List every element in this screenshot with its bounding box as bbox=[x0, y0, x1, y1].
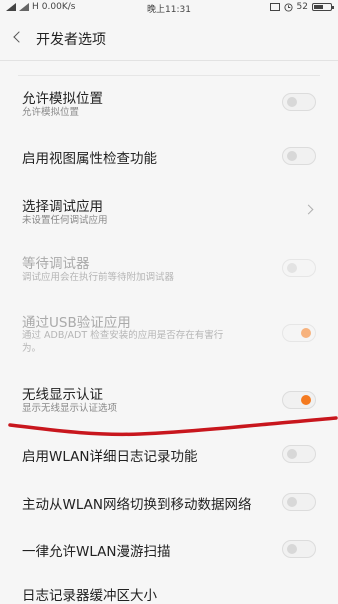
setting-summary-line-1: 通过 ADB/ADT 检查安装的应用是否存在有害行 bbox=[22, 330, 224, 341]
setting-summary: 显示无线显示认证选项 bbox=[22, 403, 118, 414]
alarm-icon bbox=[283, 2, 293, 12]
title-bar: 开发者选项 bbox=[0, 16, 338, 60]
setting-logger-buffer-size[interactable]: 日志记录器缓冲区大小 bbox=[0, 580, 338, 604]
status-bar: H 0.00K/s 晚上11:31 52 bbox=[0, 0, 338, 16]
setting-view-attribute-inspection[interactable]: 启用视图属性检查功能 bbox=[0, 138, 338, 176]
setting-label: 主动从WLAN网络切换到移动数据网络 bbox=[22, 497, 252, 513]
setting-always-allow-wlan-roam-scan[interactable]: 一律允许WLAN漫游扫描 bbox=[0, 535, 338, 565]
setting-summary: 未设置任何调试应用 bbox=[22, 215, 108, 226]
setting-label: 允许模拟位置 bbox=[22, 91, 103, 107]
toggle-switch[interactable] bbox=[282, 445, 316, 463]
setting-summary: 调试应用会在执行前等待附加调试器 bbox=[22, 272, 175, 283]
toggle-switch[interactable] bbox=[282, 93, 316, 111]
setting-label: 一律允许WLAN漫游扫描 bbox=[22, 544, 171, 560]
setting-aggressive-wlan-to-cellular[interactable]: 主动从WLAN网络切换到移动数据网络 bbox=[0, 488, 338, 518]
setting-summary-line-2: 为。 bbox=[22, 343, 42, 354]
setting-label: 启用WLAN详细日志记录功能 bbox=[22, 449, 198, 465]
battery-percent: 52 bbox=[296, 2, 308, 12]
setting-wireless-display-certification[interactable]: 无线显示认证 显示无线显示认证选项 bbox=[0, 378, 338, 422]
setting-verify-apps-over-usb[interactable]: 通过USB验证应用 通过 ADB/ADT 检查安装的应用是否存在有害行 为。 bbox=[0, 307, 338, 363]
divider bbox=[18, 75, 320, 76]
setting-label: 通过USB验证应用 bbox=[22, 315, 131, 331]
battery-icon bbox=[312, 3, 334, 11]
divider bbox=[0, 60, 338, 61]
setting-label: 无线显示认证 bbox=[22, 387, 103, 403]
chevron-left-icon[interactable] bbox=[10, 28, 28, 46]
setting-wait-for-debugger[interactable]: 等待调试器 调试应用会在执行前等待附加调试器 bbox=[0, 247, 338, 293]
toggle-switch[interactable] bbox=[282, 259, 316, 277]
setting-label: 选择调试应用 bbox=[22, 199, 103, 215]
setting-wlan-verbose-logging[interactable]: 启用WLAN详细日志记录功能 bbox=[0, 440, 338, 470]
setting-select-debug-app[interactable]: 选择调试应用 未设置任何调试应用 bbox=[0, 190, 338, 236]
setting-summary: 允许模拟位置 bbox=[22, 107, 80, 118]
screen-icon bbox=[269, 3, 280, 11]
toggle-switch[interactable] bbox=[282, 391, 316, 409]
setting-allow-mock-location[interactable]: 允许模拟位置 允许模拟位置 bbox=[0, 82, 338, 128]
toggle-switch[interactable] bbox=[282, 540, 316, 558]
page-title: 开发者选项 bbox=[36, 32, 106, 48]
setting-label: 启用视图属性检查功能 bbox=[22, 151, 157, 167]
chevron-right-icon bbox=[303, 204, 314, 215]
setting-label: 等待调试器 bbox=[22, 256, 90, 272]
toggle-switch[interactable] bbox=[282, 324, 316, 342]
toggle-switch[interactable] bbox=[282, 493, 316, 511]
setting-label: 日志记录器缓冲区大小 bbox=[22, 588, 157, 604]
toggle-switch[interactable] bbox=[282, 147, 316, 165]
